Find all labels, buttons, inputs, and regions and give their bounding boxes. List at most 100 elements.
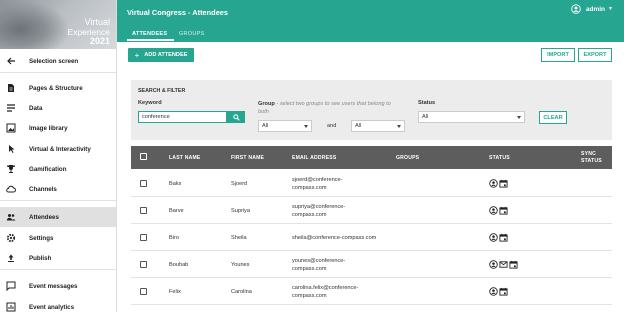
status-icons [489, 233, 508, 242]
status-label: Status [418, 100, 436, 106]
brand-banner: Virtual Experience 2021 [0, 0, 116, 49]
people-icon [5, 212, 16, 223]
plus-icon: + [134, 50, 140, 60]
email-line-1: younes@conference- [292, 258, 346, 264]
user-menu[interactable]: admin ▼ [571, 4, 613, 14]
sidebar-item-selection-screen[interactable]: Selection screen [0, 51, 116, 71]
sidebar-item-label: Data [29, 104, 43, 112]
group-2-select[interactable]: All [351, 120, 405, 132]
sidebar-item-label: Selection screen [29, 57, 79, 65]
first-name: Younes [231, 262, 250, 268]
upload-icon [5, 253, 16, 264]
calendar-icon [499, 179, 508, 188]
group-1-select[interactable]: All [258, 120, 312, 132]
search-button[interactable] [227, 111, 245, 123]
sidebar-item-label: Event messages [29, 282, 78, 290]
add-attendee-label: ADD ATTENDEE [144, 52, 188, 58]
status-icons [489, 260, 518, 269]
calendar-icon [499, 206, 508, 215]
sidebar-item-label: Gamification [29, 165, 67, 173]
keyword-search-input[interactable]: conference [138, 111, 227, 123]
calendar-icon [499, 287, 508, 296]
status-icons [489, 206, 508, 215]
column-status[interactable]: STATUS [489, 155, 510, 161]
table-row[interactable]: Barve Supriya supriya@conference- compas… [131, 197, 612, 224]
table-row[interactable]: Felix Carolina carolina.felix@conference… [131, 278, 612, 305]
sidebar-item-label: Publish [29, 254, 52, 262]
analytics-icon [5, 302, 16, 312]
active-tab-indicator [127, 39, 174, 41]
sidebar-item-settings[interactable]: Settings [0, 228, 116, 248]
first-name: Sjoerd [231, 181, 248, 187]
cloud-icon [5, 184, 16, 195]
caret-down-icon: ▼ [608, 6, 613, 12]
keyword-label: Keyword [138, 100, 162, 106]
row-checkbox[interactable] [140, 288, 147, 295]
sidebar-item-publish[interactable]: Publish [0, 248, 116, 268]
select-all-checkbox[interactable] [140, 153, 147, 160]
tab-attendees[interactable]: ATTENDEES [132, 31, 167, 37]
account-circle-icon [571, 4, 581, 14]
filter-title: SEARCH & FILTER [138, 88, 186, 94]
column-last-name[interactable]: LAST NAME [169, 155, 201, 161]
export-button[interactable]: EXPORT [578, 48, 612, 62]
add-attendee-button[interactable]: + ADD ATTENDEE [128, 48, 194, 62]
banner-image [0, 0, 70, 49]
table-header: LAST NAME FIRST NAME EMAIL ADDRESS GROUP… [131, 146, 612, 169]
clear-button[interactable]: CLEAR [539, 111, 567, 124]
sidebar-item-label: Attendees [29, 213, 59, 221]
row-checkbox[interactable] [140, 234, 147, 241]
email-line-2: compass.com [292, 293, 327, 299]
column-first-name[interactable]: FIRST NAME [231, 155, 264, 161]
sidebar-item-attendees[interactable]: Attendees [0, 207, 116, 227]
status-value: All [422, 114, 429, 120]
sidebar-item-pages-structure[interactable]: Pages & Structure [0, 78, 116, 98]
status-icons [489, 287, 508, 296]
caret-down-icon [304, 125, 308, 128]
message-icon [5, 281, 16, 292]
sidebar-item-label: Pages & Structure [29, 84, 83, 92]
status-select[interactable]: All [418, 111, 525, 123]
row-checkbox[interactable] [140, 207, 147, 214]
calendar-icon [509, 260, 518, 269]
status-icons [489, 179, 508, 188]
last-name: Bouhab [169, 262, 189, 268]
import-button[interactable]: IMPORT [541, 48, 575, 62]
row-checkbox[interactable] [140, 261, 147, 268]
arrow-left-icon [5, 56, 16, 67]
cursor-icon [5, 144, 16, 155]
sidebar-item-virtual-interactivity[interactable]: Virtual & Interactivity [0, 139, 116, 159]
user-check-icon [489, 206, 498, 215]
divider [0, 72, 116, 73]
divider [0, 200, 116, 201]
sidebar-item-gamification[interactable]: Gamification [0, 159, 116, 179]
sidebar-item-image-library[interactable]: Image library [0, 118, 116, 138]
last-name: Felix [169, 289, 181, 295]
row-checkbox[interactable] [140, 180, 147, 187]
tab-groups[interactable]: GROUPS [179, 31, 204, 37]
table-row[interactable]: Biro Sheila sheila@conference-compass.co… [131, 224, 612, 251]
last-name: Bakx [169, 181, 182, 187]
caret-down-icon [517, 116, 521, 119]
email-line-2: compass.com [292, 266, 327, 272]
column-groups[interactable]: GROUPS [396, 155, 419, 161]
table-row[interactable]: Bouhab Younes younes@conference- compass… [131, 251, 612, 278]
group-1-value: All [262, 123, 269, 129]
column-email[interactable]: EMAIL ADDRESS [292, 155, 337, 161]
calendar-icon [499, 233, 508, 242]
column-sync-status-line1: SYNC [581, 151, 596, 157]
brand-line-1: Virtual [84, 17, 110, 27]
sidebar-item-label: Event analytics [29, 303, 75, 311]
gear-icon [5, 233, 16, 244]
table-row[interactable]: Bakx Sjoerd sjoerd@conference- compass.c… [131, 170, 612, 197]
email-line-1: supriya@conference- [292, 204, 346, 210]
list-icon [5, 103, 16, 114]
email-line-1: sjoerd@conference- [292, 177, 343, 183]
email-line-2: compass.com [292, 185, 327, 191]
sidebar-item-data[interactable]: Data [0, 98, 116, 118]
sidebar-item-event-messages[interactable]: Event messages [0, 276, 116, 296]
sidebar-item-event-analytics[interactable]: Event analytics [0, 297, 116, 312]
column-sync-status-line2: STATUS [581, 158, 602, 164]
trophy-icon [5, 164, 16, 175]
sidebar-item-channels[interactable]: Channels [0, 179, 116, 199]
